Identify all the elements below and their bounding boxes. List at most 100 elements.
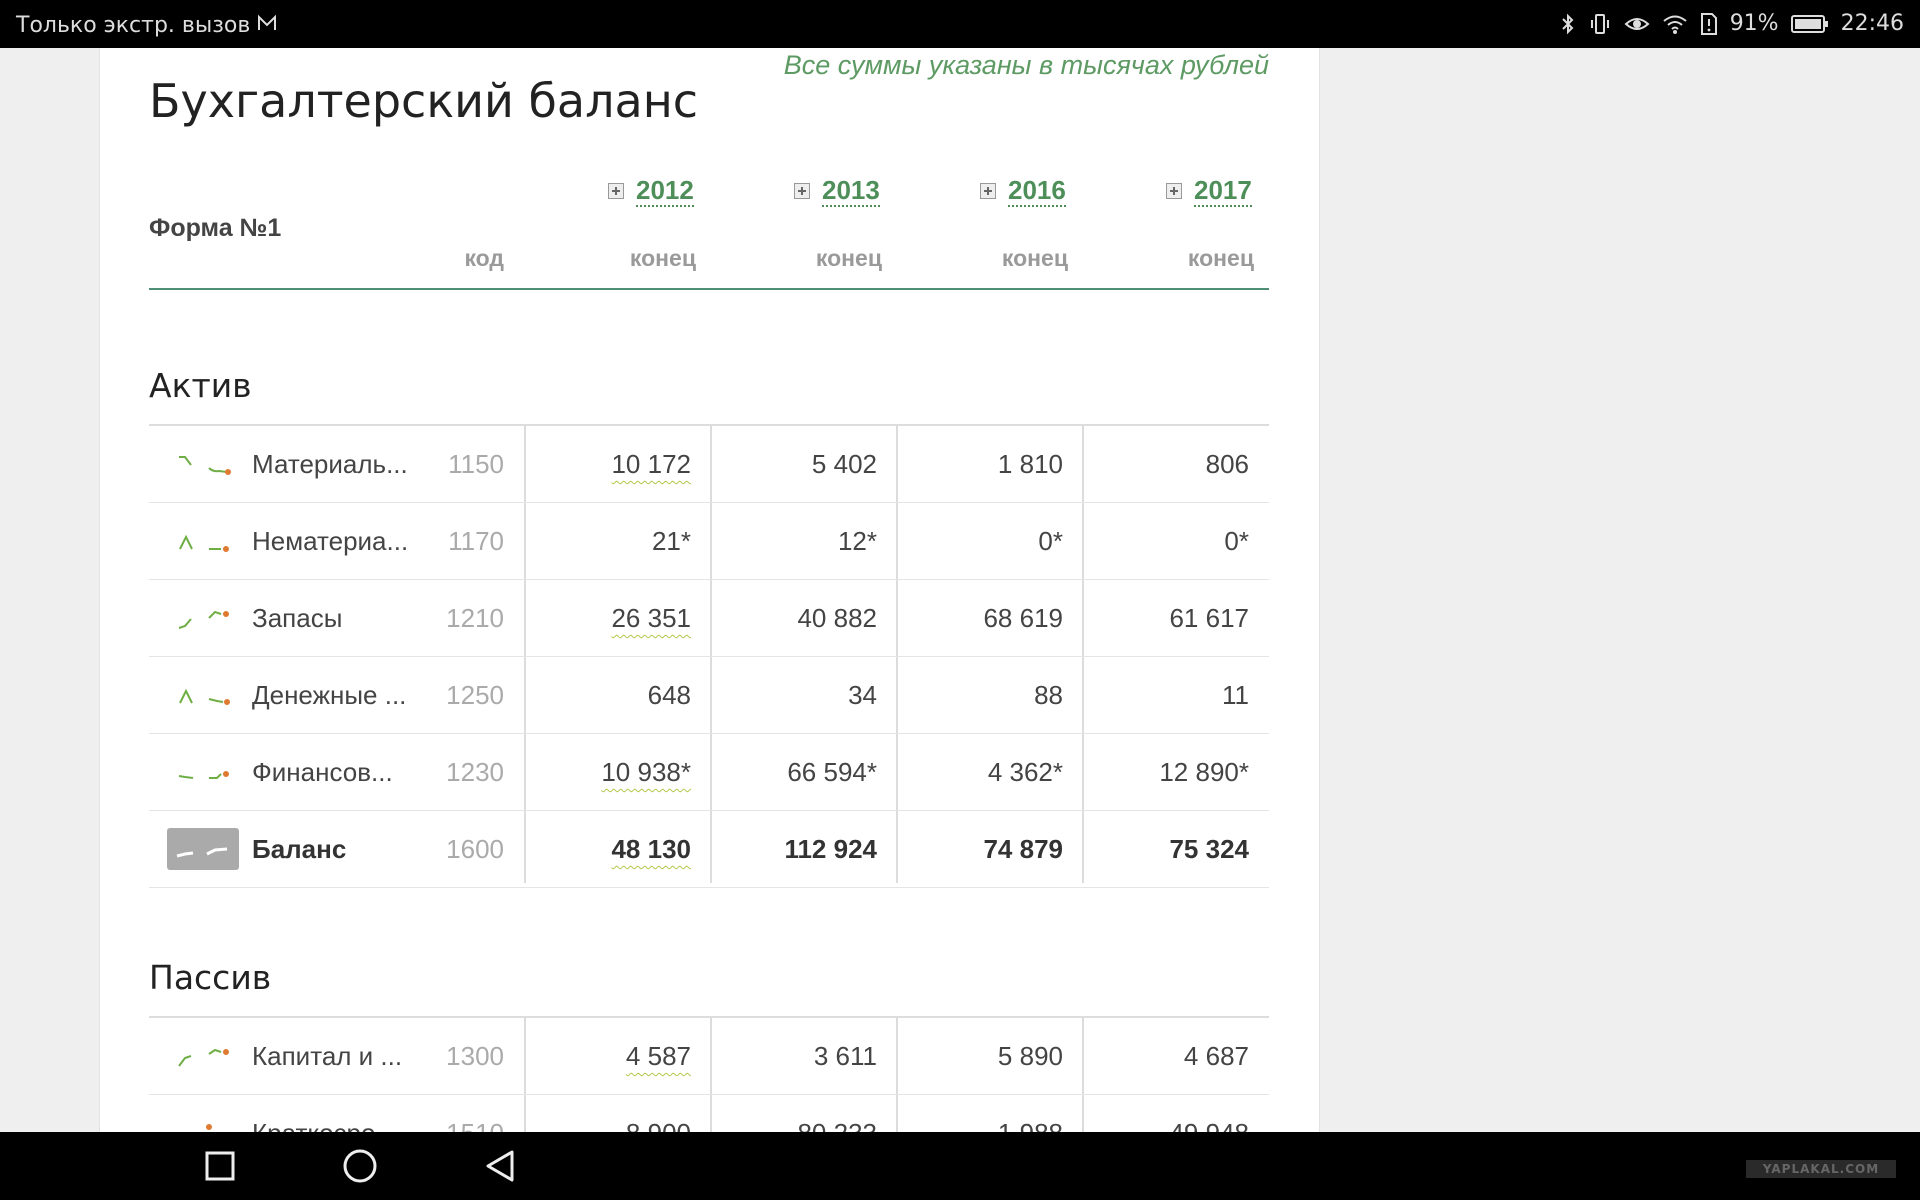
row-name[interactable]: Запасы xyxy=(252,580,342,656)
cell-value: 68 619 xyxy=(983,603,1063,633)
row-name[interactable]: Баланс xyxy=(252,811,346,887)
vibrate-icon xyxy=(1590,13,1609,34)
table-row[interactable]: Материаль... 1150 10 172 5 402 1 810 806 xyxy=(149,426,1269,503)
table-row[interactable]: Денежные ... 1250 648 34 88 11 xyxy=(149,657,1269,734)
year-header-2017[interactable]: 2017 xyxy=(1166,173,1252,209)
sim-alert-icon xyxy=(1700,12,1717,35)
cell-value: 1 810 xyxy=(997,449,1063,479)
row-code: 1170 xyxy=(448,526,504,556)
cell-value: 0* xyxy=(1224,526,1249,556)
row-name[interactable]: Нематериа... xyxy=(252,503,408,579)
cell-value: 1 988 xyxy=(903,1095,1063,1132)
cell-value: 11 xyxy=(1222,680,1249,710)
year-header-2016[interactable]: 2016 xyxy=(980,173,1066,209)
battery-icon xyxy=(1790,14,1828,33)
code-column-header: код xyxy=(464,245,504,271)
cell-value: 0* xyxy=(1038,526,1063,556)
trend-sparkline[interactable] xyxy=(171,529,235,553)
cell-value: 648 xyxy=(647,680,691,710)
row-code: 1250 xyxy=(446,680,504,710)
period-header-2017: конец xyxy=(1187,245,1254,271)
row-name[interactable]: Материаль... xyxy=(252,426,408,502)
table-row[interactable]: Запасы 1210 26 351 40 882 68 619 61 617 xyxy=(149,580,1269,657)
cell-value[interactable]: 10 172 xyxy=(531,426,691,502)
cell-value: 4 362* xyxy=(987,757,1063,787)
cell-value: 806 xyxy=(1205,449,1249,479)
period-header-2016: конец xyxy=(1001,245,1068,271)
expand-plus-icon[interactable] xyxy=(608,183,624,199)
cell-value: 40 882 xyxy=(797,603,877,633)
units-note: Все суммы указаны в тысячах рублей xyxy=(783,50,1269,80)
assets-table: Материаль... 1150 10 172 5 402 1 810 806… xyxy=(149,424,1269,888)
cell-value: 12 890* xyxy=(1159,757,1249,787)
battery-percent: 91% xyxy=(1729,11,1779,36)
cell-value[interactable]: 4 587 xyxy=(531,1018,691,1094)
clock: 22:46 xyxy=(1840,11,1904,36)
table-row[interactable]: Нематериа... 1170 21* 12* 0* 0* xyxy=(149,503,1269,580)
row-name[interactable]: Краткосро... xyxy=(252,1095,397,1132)
trend-sparkline[interactable] xyxy=(171,452,235,476)
row-code: 1230 xyxy=(446,757,504,787)
cell-value: 75 324 xyxy=(1169,834,1249,864)
row-code: 1150 xyxy=(448,449,504,479)
trend-sparkline[interactable] xyxy=(171,606,235,630)
trend-sparkline[interactable] xyxy=(171,1121,235,1132)
cell-value: 49 948 xyxy=(1089,1095,1249,1132)
recent-apps-square-icon[interactable] xyxy=(200,1146,240,1186)
table-row[interactable]: Краткосро... 1510 8 900 80 233 1 988 49 … xyxy=(149,1095,1269,1132)
back-triangle-icon[interactable] xyxy=(480,1146,520,1186)
cell-value: 80 233 xyxy=(717,1095,877,1132)
cell-value: 88 xyxy=(1034,680,1063,710)
status-bar: Только экстр. вызов 91% 22:46 xyxy=(0,0,1920,48)
cell-value[interactable]: 10 938* xyxy=(531,734,691,810)
cell-value: 5 402 xyxy=(811,449,877,479)
table-row[interactable]: Финансов... 1230 10 938* 66 594* 4 362* … xyxy=(149,734,1269,811)
cell-value: 112 924 xyxy=(784,834,877,864)
balance-sparkline-badge[interactable] xyxy=(167,828,239,870)
row-code: 1600 xyxy=(446,834,504,864)
home-circle-icon[interactable] xyxy=(340,1146,380,1186)
row-name[interactable]: Финансов... xyxy=(252,734,393,810)
year-header-2013[interactable]: 2013 xyxy=(794,173,880,209)
trend-sparkline[interactable] xyxy=(171,760,235,784)
row-code: 1210 xyxy=(446,603,504,633)
row-code: 1510 xyxy=(429,1095,504,1132)
mail-icon xyxy=(258,14,277,30)
cell-value: 21* xyxy=(651,526,691,556)
row-name[interactable]: Денежные ... xyxy=(252,657,406,733)
cell-value: 61 617 xyxy=(1169,603,1249,633)
expand-plus-icon[interactable] xyxy=(794,183,810,199)
form-label: Форма №1 xyxy=(149,214,282,242)
bluetooth-icon xyxy=(1561,13,1574,34)
cell-value: 74 879 xyxy=(983,834,1063,864)
section-title-assets: Актив xyxy=(149,366,252,405)
expand-plus-icon[interactable] xyxy=(1166,183,1182,199)
eye-icon xyxy=(1624,17,1650,30)
cell-value[interactable]: 26 351 xyxy=(531,580,691,656)
cell-value[interactable]: 48 130 xyxy=(531,811,691,887)
trend-sparkline[interactable] xyxy=(171,1044,235,1068)
cell-value: 8 900 xyxy=(531,1095,691,1132)
trend-sparkline[interactable] xyxy=(167,828,239,870)
header-divider xyxy=(149,288,1269,290)
table-row[interactable]: Капитал и ... 1300 4 587 3 611 5 890 4 6… xyxy=(149,1018,1269,1095)
row-name[interactable]: Капитал и ... xyxy=(252,1018,402,1094)
content-panel: Все суммы указаны в тысячах рублей Бухга… xyxy=(99,48,1320,1132)
cell-value: 5 890 xyxy=(997,1041,1063,1071)
cell-value: 34 xyxy=(848,680,877,710)
wifi-icon xyxy=(1663,15,1687,34)
watermark: YAPLAKAL.COM xyxy=(1746,1160,1896,1178)
status-icons: 91% 22:46 xyxy=(1560,11,1904,36)
year-header-2012[interactable]: 2012 xyxy=(608,173,694,209)
expand-plus-icon[interactable] xyxy=(980,183,996,199)
row-code: 1300 xyxy=(446,1041,504,1071)
cell-value: 66 594* xyxy=(787,757,877,787)
period-header-2012: конец xyxy=(629,245,696,271)
table-row-total[interactable]: Баланс 1600 48 130 112 924 74 879 75 324 xyxy=(149,811,1269,888)
period-header-2013: конец xyxy=(815,245,882,271)
cell-value: 12* xyxy=(837,526,877,556)
navigation-bar xyxy=(0,1132,1920,1200)
liabilities-table: Капитал и ... 1300 4 587 3 611 5 890 4 6… xyxy=(149,1016,1269,1132)
page-title: Бухгалтерский баланс xyxy=(149,74,699,128)
trend-sparkline[interactable] xyxy=(171,683,235,707)
